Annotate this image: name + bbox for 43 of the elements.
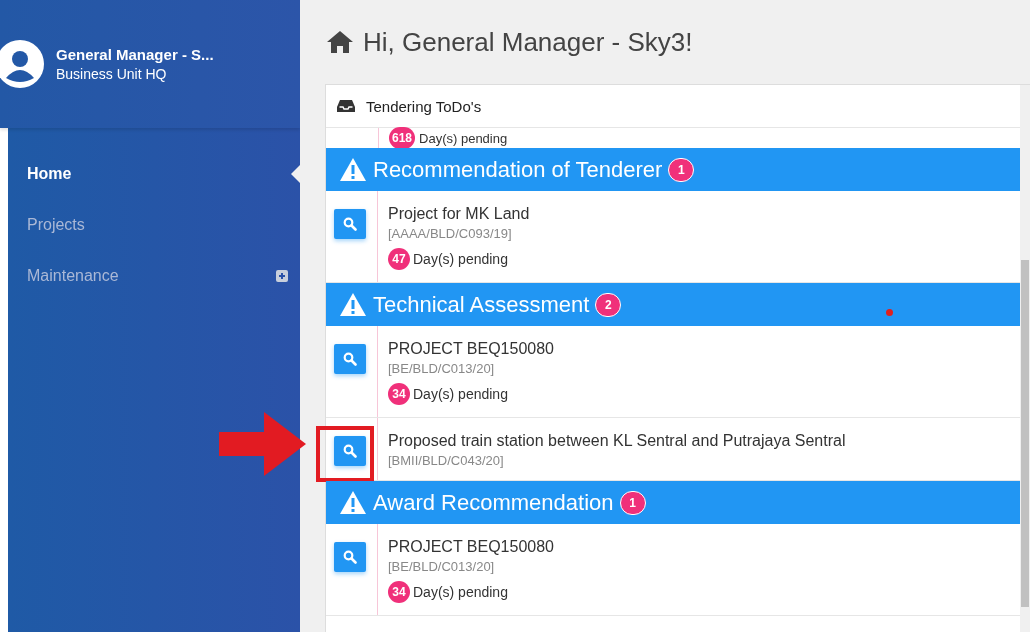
days-count: 34 bbox=[388, 383, 410, 405]
project-reference: [BE/BLD/C013/20] bbox=[388, 361, 496, 376]
project-title: PROJECT BEQ150080 bbox=[388, 340, 554, 358]
warning-icon bbox=[339, 292, 367, 317]
pending-label: Day(s) pending bbox=[413, 584, 508, 600]
project-title: Proposed train station between KL Sentral and Putrajaya Sentral bbox=[388, 432, 846, 450]
home-icon bbox=[325, 29, 355, 55]
search-icon bbox=[343, 352, 357, 366]
count-badge: 1 bbox=[619, 490, 646, 515]
user-name: General Manager - S... bbox=[56, 46, 214, 63]
project-reference: [BMII/BLD/C043/20] bbox=[388, 453, 505, 468]
count-badge: 1 bbox=[668, 157, 695, 182]
project-reference: [BE/BLD/C013/20] bbox=[388, 559, 496, 574]
inbox-icon bbox=[336, 98, 356, 114]
count-badge: 2 bbox=[595, 292, 622, 317]
project-title: PROJECT BEQ150080 bbox=[388, 538, 554, 556]
warning-icon bbox=[339, 490, 367, 515]
sidebar-item[interactable]: Maintenance bbox=[8, 250, 300, 301]
card-title: Tendering ToDo's bbox=[366, 97, 482, 115]
project-reference: [AAAA/BLD/C093/19] bbox=[388, 226, 513, 241]
pending-label: Day(s) pending bbox=[413, 251, 508, 267]
days-count: 34 bbox=[388, 581, 410, 603]
sidebar-item[interactable]: Projects bbox=[8, 199, 300, 250]
search-button[interactable] bbox=[334, 209, 366, 239]
days-count: 618 bbox=[389, 127, 416, 149]
section-title: Recommendation of Tenderer bbox=[373, 156, 663, 183]
warning-icon bbox=[339, 157, 367, 182]
section-title: Technical Assessment bbox=[373, 291, 590, 318]
search-icon bbox=[343, 217, 357, 231]
search-icon bbox=[343, 550, 357, 564]
expand-plus-icon[interactable] bbox=[276, 269, 288, 282]
avatar-icon bbox=[0, 40, 44, 88]
search-button[interactable] bbox=[334, 542, 366, 572]
pending-label: Day(s) pending bbox=[413, 386, 508, 402]
section-title: Award Recommendation bbox=[373, 489, 614, 516]
search-button[interactable] bbox=[334, 436, 366, 466]
search-button[interactable] bbox=[334, 344, 366, 374]
days-count: 47 bbox=[388, 248, 410, 270]
project-title: Project for MK Land bbox=[388, 205, 530, 223]
search-icon bbox=[343, 444, 357, 458]
pending-label: Day(s) pending bbox=[419, 130, 508, 146]
business-unit: Business Unit HQ bbox=[56, 66, 168, 82]
greeting-title: Hi, General Manager - Sky3! bbox=[363, 26, 693, 58]
